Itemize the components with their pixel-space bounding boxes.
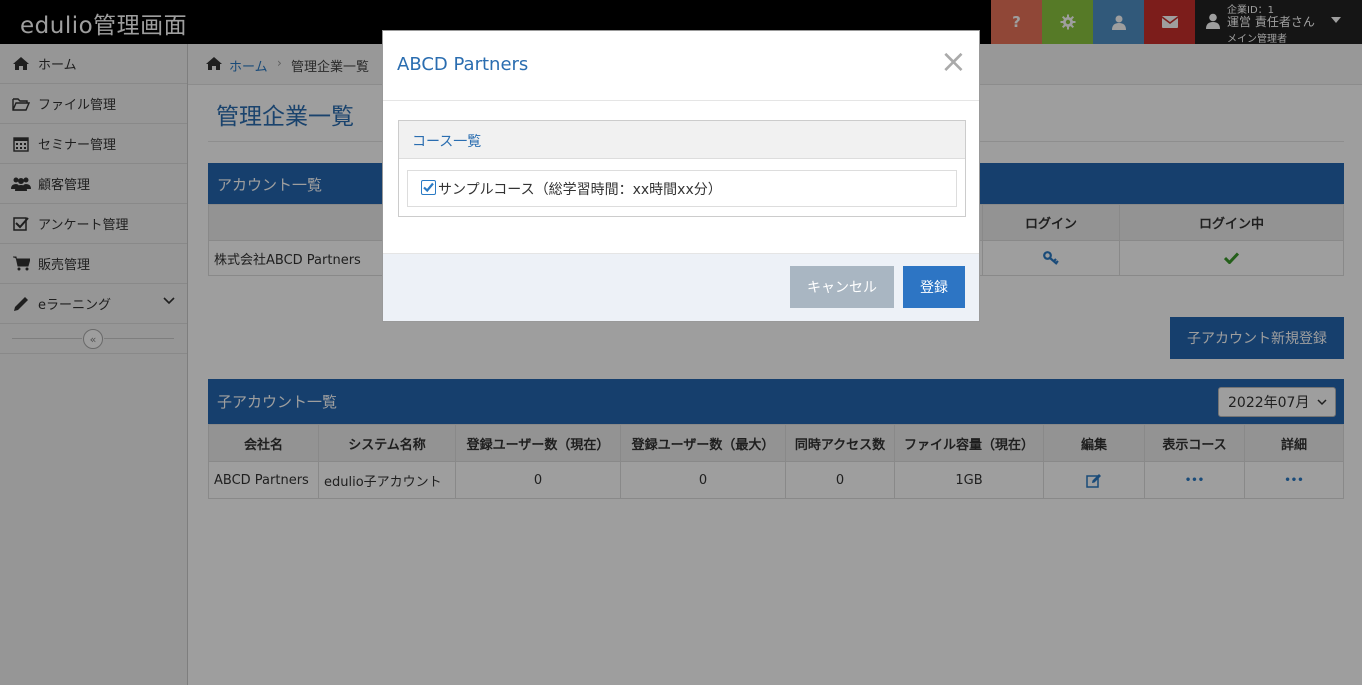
cancel-button[interactable]: キャンセル — [790, 266, 894, 308]
course-modal: ABCD Partners × コース一覧 サンプルコース（総学習時間：xx時間… — [382, 30, 980, 322]
check-icon — [423, 182, 434, 193]
course-checkbox[interactable] — [421, 180, 436, 195]
course-item[interactable]: サンプルコース（総学習時間：xx時間xx分） — [407, 170, 957, 207]
modal-header: ABCD Partners × — [383, 31, 979, 101]
course-label: サンプルコース（総学習時間：xx時間xx分） — [438, 182, 722, 198]
course-list-title: コース一覧 — [412, 134, 482, 150]
course-list-box: コース一覧 サンプルコース（総学習時間：xx時間xx分） — [398, 120, 966, 217]
modal-title: ABCD Partners — [397, 54, 529, 75]
close-icon[interactable]: × — [940, 45, 967, 77]
modal-footer: キャンセル 登録 — [383, 253, 979, 321]
register-button[interactable]: 登録 — [903, 266, 965, 308]
course-list-header: コース一覧 — [399, 121, 965, 159]
